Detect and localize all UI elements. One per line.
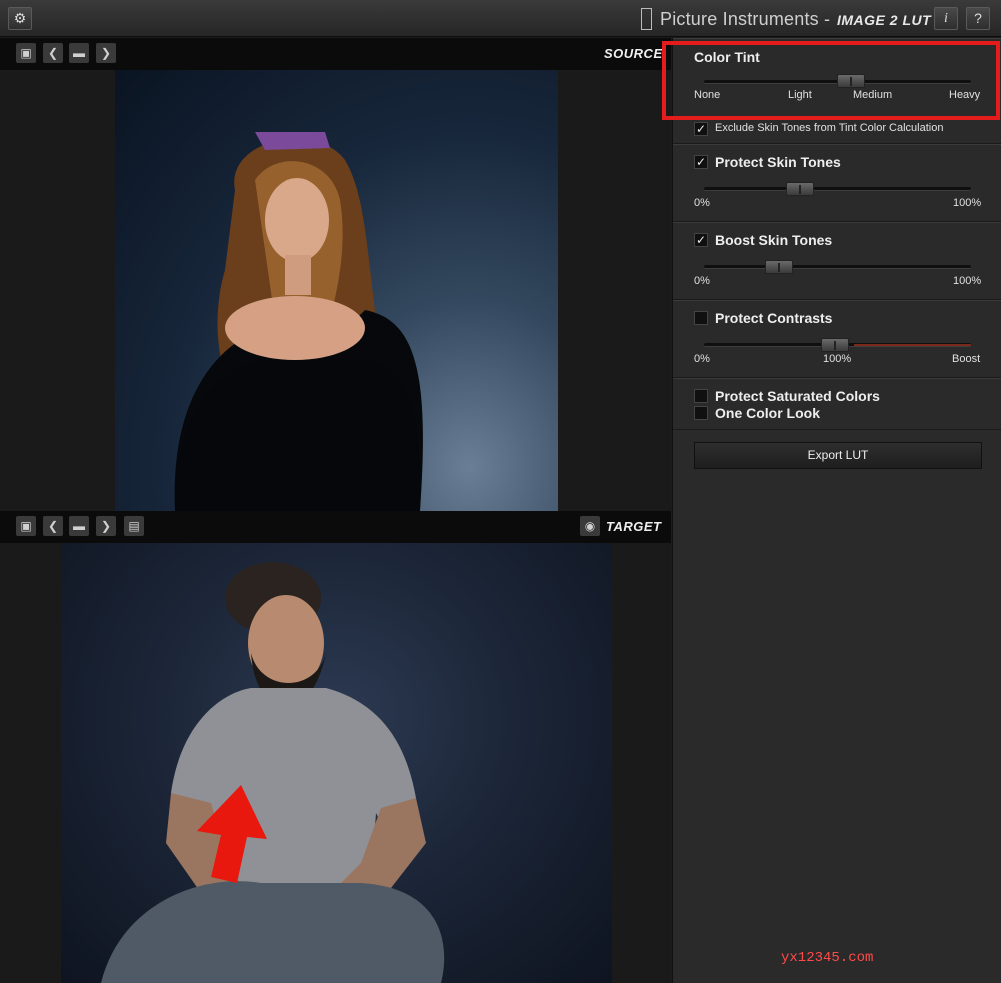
target-label: TARGET bbox=[606, 519, 662, 534]
source-image-pane[interactable] bbox=[0, 70, 671, 511]
target-toolbar: ▣ ❮ ▬ ❯ ▤ ◉ TARGET bbox=[0, 511, 671, 543]
protect-skin-slider-thumb[interactable] bbox=[786, 182, 815, 196]
exclude-skin-check-icon: ✓ bbox=[695, 122, 707, 136]
source-folder-icon[interactable]: ▬ bbox=[69, 43, 89, 63]
title-bar: ⚙ Picture Instruments - IMAGE 2 LUT i ? bbox=[0, 0, 1001, 37]
boost-skin-max: 100% bbox=[953, 275, 982, 287]
settings-panel: Color Tint None Light Medium Heavy ✓ Exc… bbox=[672, 38, 1001, 983]
exclude-skin-checkbox[interactable]: ✓ bbox=[694, 122, 708, 136]
protect-skin-title: Protect Skin Tones bbox=[715, 154, 841, 170]
source-label: SOURCE bbox=[604, 46, 663, 61]
watermark: yx12345.com bbox=[781, 950, 874, 966]
protect-contrasts-min: 0% bbox=[694, 353, 710, 365]
protect-contrasts-section: Protect Contrasts 0% 100% Boost bbox=[673, 300, 1001, 378]
brand-name: Picture Instruments - bbox=[660, 9, 831, 29]
protect-skin-max: 100% bbox=[953, 197, 982, 209]
source-next-icon[interactable]: ❯ bbox=[96, 43, 116, 63]
brand-logo-icon bbox=[641, 8, 652, 30]
target-save-icon[interactable]: ▤ bbox=[124, 516, 144, 536]
boost-skin-min: 0% bbox=[694, 275, 710, 287]
target-prev-icon[interactable]: ❮ bbox=[43, 516, 63, 536]
target-image-pane[interactable] bbox=[0, 543, 671, 983]
protect-skin-min: 0% bbox=[694, 197, 710, 209]
protect-contrasts-checkbox[interactable] bbox=[694, 311, 708, 325]
protect-contrasts-title: Protect Contrasts bbox=[715, 310, 833, 326]
protect-saturated-checkbox[interactable] bbox=[694, 389, 708, 403]
preview-eye-icon[interactable]: ◉ bbox=[580, 516, 600, 536]
target-next-icon[interactable]: ❯ bbox=[96, 516, 116, 536]
source-prev-icon[interactable]: ❮ bbox=[43, 43, 63, 63]
product-name: IMAGE 2 LUT bbox=[837, 12, 932, 28]
protect-contrasts-boost-range bbox=[854, 344, 971, 346]
source-snapshot-icon[interactable]: ▣ bbox=[16, 43, 36, 63]
extra-options-section: Protect Saturated Colors One Color Look bbox=[673, 378, 1001, 430]
source-photo bbox=[115, 70, 558, 511]
protect-contrasts-max: Boost bbox=[952, 353, 981, 365]
protect-contrasts-mid: 100% bbox=[823, 353, 852, 365]
protect-skin-checkbox[interactable]: ✓ bbox=[694, 155, 708, 169]
boost-skin-section: ✓ Boost Skin Tones 0% 100% bbox=[673, 222, 1001, 300]
protect-saturated-title: Protect Saturated Colors bbox=[715, 388, 880, 404]
boost-skin-title: Boost Skin Tones bbox=[715, 232, 833, 248]
target-folder-icon[interactable]: ▬ bbox=[69, 516, 89, 536]
protect-skin-section: ✓ Protect Skin Tones 0% 100% bbox=[673, 144, 1001, 222]
source-toolbar: ▣ ❮ ▬ ❯ SOURCE bbox=[0, 38, 671, 70]
boost-skin-checkbox[interactable]: ✓ bbox=[694, 233, 708, 247]
protect-contrasts-slider-thumb[interactable] bbox=[820, 338, 849, 352]
one-color-title: One Color Look bbox=[715, 405, 820, 421]
highlight-box bbox=[662, 41, 1000, 120]
help-button[interactable]: ? bbox=[966, 7, 990, 30]
exclude-skin-label: Exclude Skin Tones from Tint Color Calcu… bbox=[715, 122, 944, 134]
export-lut-button[interactable]: Export LUT bbox=[694, 442, 982, 469]
protect-skin-track[interactable] bbox=[704, 187, 971, 191]
info-button[interactable]: i bbox=[934, 7, 958, 30]
target-photo bbox=[61, 543, 612, 983]
boost-skin-track[interactable] bbox=[704, 265, 971, 269]
boost-skin-slider-thumb[interactable] bbox=[764, 260, 793, 274]
one-color-checkbox[interactable] bbox=[694, 406, 708, 420]
settings-gear-icon[interactable]: ⚙ bbox=[8, 7, 32, 30]
target-snapshot-icon[interactable]: ▣ bbox=[16, 516, 36, 536]
